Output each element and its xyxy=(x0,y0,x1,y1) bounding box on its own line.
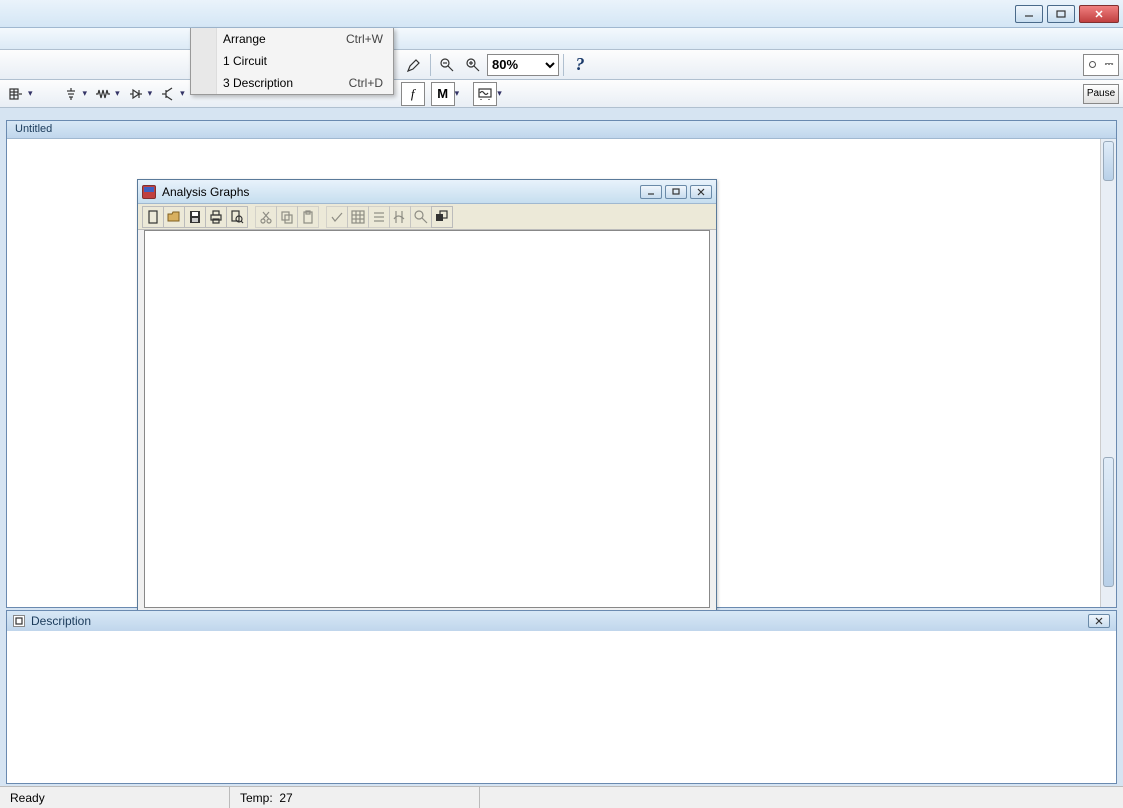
dropdown-arrow-icon[interactable]: ▾ xyxy=(497,88,504,99)
simulation-switch-icon[interactable]: ⎓ xyxy=(1083,54,1119,76)
mdi-workspace: Untitled Analysis Graphs xyxy=(6,120,1117,608)
print-button[interactable] xyxy=(205,206,227,228)
transistor-button[interactable] xyxy=(156,82,180,106)
document-title: Untitled xyxy=(7,121,1116,139)
analysis-graphs-window: Analysis Graphs xyxy=(137,179,717,615)
toolbar-row-2: ▾ ▾ ▾ ▾ ▾ f M ▾ ▾ Pause xyxy=(0,80,1123,108)
menu-label: Arrange xyxy=(223,32,266,46)
oscilloscope-button[interactable] xyxy=(473,82,497,106)
menu-label: 1 Circuit xyxy=(223,54,267,68)
maximize-button[interactable] xyxy=(1047,5,1075,23)
open-button[interactable] xyxy=(163,206,185,228)
grid-button[interactable] xyxy=(347,206,369,228)
zoom-in-button[interactable] xyxy=(461,53,485,77)
menu-item-circuit[interactable]: 1 Circuit xyxy=(191,50,393,72)
dropdown-arrow-icon[interactable]: ▾ xyxy=(115,88,122,99)
dropdown-arrow-icon[interactable]: ▾ xyxy=(148,88,155,99)
separator xyxy=(563,54,564,76)
status-bar: Ready Temp: 27 xyxy=(0,786,1123,808)
graph-canvas[interactable] xyxy=(144,230,710,608)
check-button[interactable] xyxy=(326,206,348,228)
description-panel: Description xyxy=(6,610,1117,784)
zoom-select[interactable]: 80% xyxy=(487,54,559,76)
zoom-region-button[interactable] xyxy=(410,206,432,228)
cursor-button[interactable] xyxy=(389,206,411,228)
child-toolbar xyxy=(138,204,716,230)
save-button[interactable] xyxy=(184,206,206,228)
toolbar-row-1: 80% ? ⎓ xyxy=(0,50,1123,80)
restore-button[interactable] xyxy=(431,206,453,228)
menu-item-arrange[interactable]: Arrange Ctrl+W xyxy=(191,28,393,50)
menu-shortcut: Ctrl+W xyxy=(346,32,383,46)
legend-button[interactable] xyxy=(368,206,390,228)
minimize-button[interactable] xyxy=(1015,5,1043,23)
window-menu-dropdown: Arrange Ctrl+W 1 Circuit 3 Description C… xyxy=(190,28,394,95)
child-close-button[interactable] xyxy=(690,185,712,199)
component-grid-button[interactable] xyxy=(4,82,28,106)
dropdown-arrow-icon[interactable]: ▾ xyxy=(83,88,90,99)
copy-button[interactable] xyxy=(276,206,298,228)
function-button[interactable]: f xyxy=(401,82,425,106)
child-window-title: Analysis Graphs xyxy=(162,185,249,199)
resistor-button[interactable] xyxy=(91,82,115,106)
paste-button[interactable] xyxy=(297,206,319,228)
menubar-area xyxy=(0,28,1123,50)
child-window-titlebar[interactable]: Analysis Graphs xyxy=(138,180,716,204)
dropdown-arrow-icon[interactable]: ▾ xyxy=(28,88,35,99)
menu-item-description[interactable]: 3 Description Ctrl+D xyxy=(191,72,393,94)
zoom-out-button[interactable] xyxy=(435,53,459,77)
close-button[interactable] xyxy=(1079,5,1119,23)
cut-button[interactable] xyxy=(255,206,277,228)
circuit-canvas[interactable]: Analysis Graphs xyxy=(7,139,1116,607)
vertical-scrollbar[interactable] xyxy=(1100,139,1116,607)
description-close-button[interactable] xyxy=(1088,614,1110,628)
status-spacer xyxy=(480,787,1123,808)
description-content[interactable] xyxy=(7,631,1116,783)
pause-button[interactable]: Pause xyxy=(1083,84,1119,104)
separator xyxy=(430,54,431,76)
child-minimize-button[interactable] xyxy=(640,185,662,199)
print-preview-button[interactable] xyxy=(226,206,248,228)
window-titlebar xyxy=(0,0,1123,28)
description-icon xyxy=(13,615,25,627)
child-maximize-button[interactable] xyxy=(665,185,687,199)
m-button[interactable]: M xyxy=(431,82,455,106)
description-title-text: Description xyxy=(31,614,91,628)
dropdown-arrow-icon[interactable]: ▾ xyxy=(180,88,187,99)
status-ready: Ready xyxy=(0,787,230,808)
help-button[interactable]: ? xyxy=(568,53,592,77)
new-button[interactable] xyxy=(142,206,164,228)
dropdown-arrow-icon[interactable]: ▾ xyxy=(455,88,462,99)
edit-tool-button[interactable] xyxy=(402,53,426,77)
source-button[interactable] xyxy=(59,82,83,106)
menu-shortcut: Ctrl+D xyxy=(349,76,383,90)
description-titlebar: Description xyxy=(7,611,1116,631)
analysis-graphs-icon xyxy=(142,185,156,199)
menu-label: 3 Description xyxy=(223,76,293,90)
diode-button[interactable] xyxy=(124,82,148,106)
status-temp: Temp: 27 xyxy=(230,787,480,808)
